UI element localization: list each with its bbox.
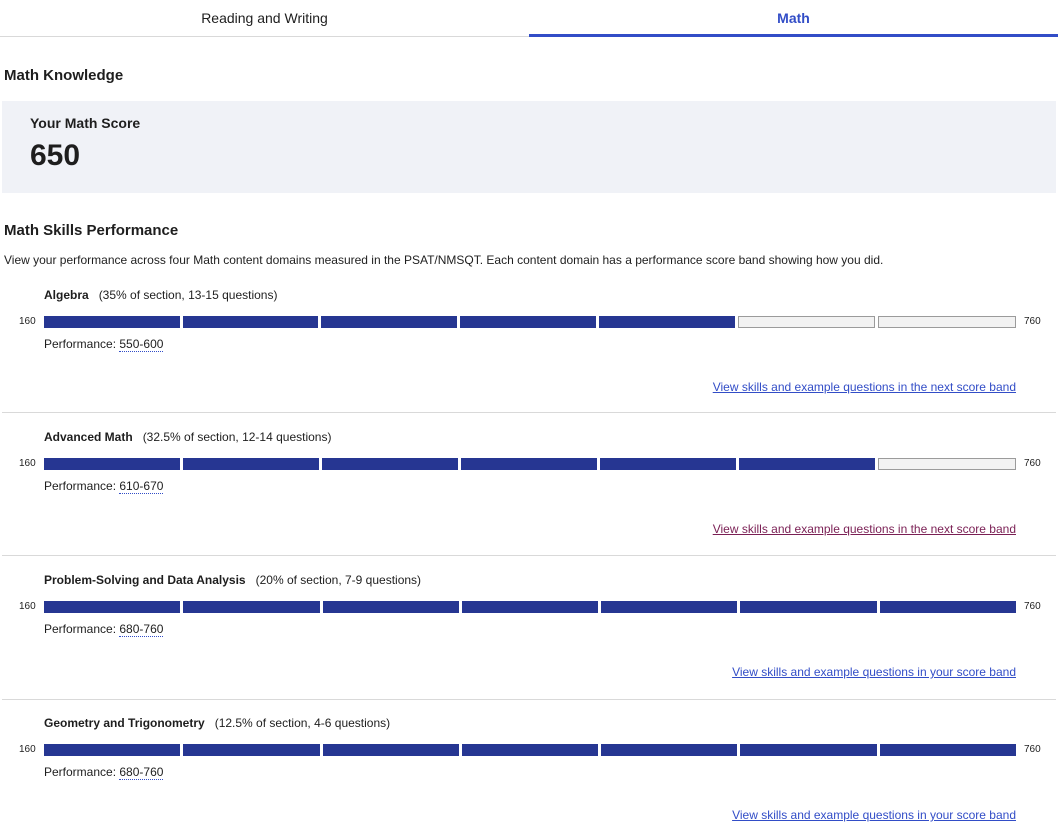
performance-text: Performance: 550-600 bbox=[44, 337, 164, 352]
score-band-segment-filled bbox=[183, 744, 320, 756]
performance-prefix: Performance: bbox=[44, 622, 120, 636]
score-band-segment-filled bbox=[182, 316, 319, 328]
scale-max-label: 760 bbox=[1024, 744, 1041, 755]
performance-text: Performance: 680-760 bbox=[44, 622, 164, 637]
view-skills-link[interactable]: View skills and example questions in you… bbox=[732, 665, 1016, 679]
math-score-value: 650 bbox=[30, 139, 81, 172]
score-band-segment-empty bbox=[737, 316, 876, 328]
divider bbox=[2, 699, 1056, 700]
domain-meta: (35% of section, 13-15 questions) bbox=[98, 288, 278, 302]
domain-meta: (32.5% of section, 12-14 questions) bbox=[142, 430, 332, 444]
divider bbox=[2, 412, 1056, 413]
performance-value[interactable]: 550-600 bbox=[119, 337, 164, 352]
score-band-bar bbox=[44, 458, 1016, 470]
math-skills-heading: Math Skills Performance bbox=[4, 222, 179, 239]
score-band-bar bbox=[44, 316, 1017, 328]
score-band-segment-empty bbox=[878, 316, 1017, 328]
score-band-segment-filled bbox=[739, 458, 875, 470]
domain-name: Problem-Solving and Data Analysis bbox=[44, 573, 246, 587]
score-band-segment-filled bbox=[598, 316, 735, 328]
performance-prefix: Performance: bbox=[44, 337, 120, 351]
scale-max-label: 760 bbox=[1024, 458, 1041, 469]
domain-name: Advanced Math bbox=[44, 430, 133, 444]
performance-value[interactable]: 680-760 bbox=[119, 765, 164, 780]
score-band-segment-filled bbox=[600, 458, 736, 470]
divider bbox=[2, 555, 1056, 556]
score-band-segment-filled bbox=[322, 601, 459, 613]
score-band-segment-filled bbox=[601, 601, 738, 613]
domain-name: Geometry and Trigonometry bbox=[44, 716, 205, 730]
domain-meta: (20% of section, 7-9 questions) bbox=[255, 573, 422, 587]
scale-min-label: 160 bbox=[19, 601, 36, 612]
score-band-bar bbox=[44, 744, 1016, 756]
score-band-segment-filled bbox=[461, 601, 599, 613]
score-band-segment-filled bbox=[740, 744, 877, 756]
score-band-segment-filled bbox=[460, 316, 596, 328]
score-band-segment-filled bbox=[322, 458, 458, 470]
performance-prefix: Performance: bbox=[44, 765, 120, 779]
domain-name: Algebra bbox=[44, 288, 89, 302]
score-band-segment-empty bbox=[878, 458, 1016, 470]
math-skills-description: View your performance across four Math c… bbox=[4, 253, 884, 267]
performance-value[interactable]: 680-760 bbox=[119, 622, 164, 637]
score-band-segment-filled bbox=[461, 458, 597, 470]
performance-value[interactable]: 610-670 bbox=[119, 479, 164, 494]
view-skills-link[interactable]: View skills and example questions in the… bbox=[713, 380, 1016, 394]
performance-text: Performance: 680-760 bbox=[44, 765, 164, 780]
domain-meta: (12.5% of section, 4-6 questions) bbox=[214, 716, 391, 730]
tab-math[interactable]: Math bbox=[529, 0, 1058, 37]
score-band-segment-filled bbox=[44, 458, 180, 470]
score-band-segment-filled bbox=[740, 601, 877, 613]
view-skills-link[interactable]: View skills and example questions in the… bbox=[713, 522, 1016, 536]
scale-max-label: 760 bbox=[1024, 601, 1041, 612]
score-band-segment-filled bbox=[322, 744, 459, 756]
score-band-segment-filled bbox=[183, 458, 319, 470]
math-score-card: Your Math Score 650 bbox=[2, 101, 1056, 193]
score-band-segment-filled bbox=[321, 316, 458, 328]
score-band-segment-filled bbox=[44, 744, 181, 756]
score-band-bar bbox=[44, 601, 1016, 613]
performance-text: Performance: 610-670 bbox=[44, 479, 164, 494]
math-score-label: Your Math Score bbox=[30, 115, 141, 131]
score-band-segment-filled bbox=[461, 744, 599, 756]
scale-min-label: 160 bbox=[19, 744, 36, 755]
performance-prefix: Performance: bbox=[44, 479, 120, 493]
tab-reading-and-writing[interactable]: Reading and Writing bbox=[0, 0, 529, 36]
section-tabs: Reading and Writing Math bbox=[0, 0, 1058, 37]
score-report-page: Reading and Writing Math Math Knowledge … bbox=[0, 0, 1058, 824]
score-band-segment-filled bbox=[44, 601, 181, 613]
scale-max-label: 760 bbox=[1024, 316, 1041, 327]
score-band-segment-filled bbox=[879, 601, 1016, 613]
scale-min-label: 160 bbox=[19, 316, 36, 327]
view-skills-link[interactable]: View skills and example questions in you… bbox=[732, 808, 1016, 822]
score-band-segment-filled bbox=[44, 316, 180, 328]
score-band-segment-filled bbox=[601, 744, 738, 756]
math-knowledge-heading: Math Knowledge bbox=[4, 67, 124, 84]
score-band-segment-filled bbox=[183, 601, 320, 613]
score-band-segment-filled bbox=[879, 744, 1016, 756]
scale-min-label: 160 bbox=[19, 458, 36, 469]
